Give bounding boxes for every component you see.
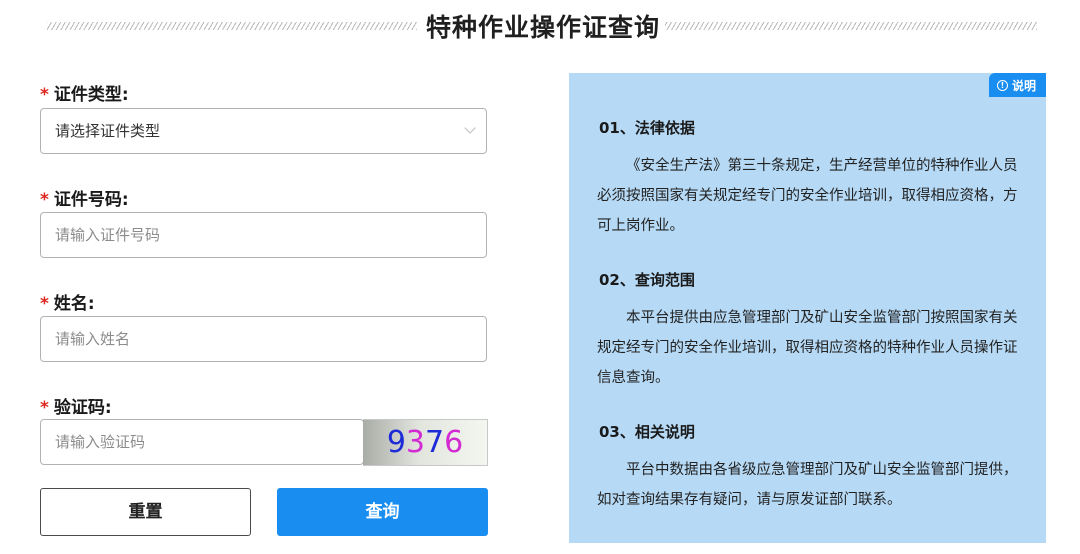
- query-button[interactable]: 查询: [277, 488, 488, 536]
- section-title: 03、相关说明: [599, 423, 695, 441]
- cert-type-label: * 证件类型:: [40, 80, 129, 105]
- captcha-char: 3: [405, 424, 425, 460]
- captcha-char: 7: [425, 424, 445, 460]
- name-field: [40, 316, 487, 362]
- name-label-text: 姓名:: [53, 294, 95, 314]
- info-panel: ! 说明 01、法律依据 《安全生产法》第三十条规定，生产经营单位的特种作业人员…: [569, 73, 1046, 543]
- section-body: 本平台提供由应急管理部门及矿山安全监管部门按照国家有关规定经专门的安全作业培训，…: [597, 310, 1018, 386]
- info-badge: ! 说明: [988, 73, 1046, 97]
- captcha-char: 6: [444, 424, 464, 460]
- cert-type-label-text: 证件类型:: [53, 85, 129, 105]
- captcha-char: 9: [386, 424, 406, 460]
- cert-number-field: [40, 212, 487, 258]
- title-decoration-right: [665, 22, 1037, 30]
- title-decoration-left: [47, 22, 417, 30]
- section-title: 02、查询范围: [599, 271, 695, 289]
- captcha-image[interactable]: 9376: [363, 419, 488, 466]
- section-body: 平台中数据由各省级应急管理部门及矿山安全监管部门提供，如对查询结果存有疑问，请与…: [597, 462, 1018, 508]
- section-body: 《安全生产法》第三十条规定，生产经营单位的特种作业人员必须按照国家有关规定经专门…: [597, 158, 1018, 234]
- cert-number-label-text: 证件号码:: [53, 190, 129, 210]
- reset-button[interactable]: 重置: [40, 488, 251, 536]
- info-icon: !: [996, 79, 1008, 91]
- required-mark: *: [40, 294, 49, 314]
- required-mark: *: [40, 85, 49, 105]
- cert-number-input[interactable]: [41, 213, 486, 257]
- cert-number-label: * 证件号码:: [40, 185, 129, 210]
- captcha-label-text: 验证码:: [53, 398, 112, 418]
- captcha-input[interactable]: [41, 420, 363, 464]
- captcha-label: * 验证码:: [40, 393, 112, 418]
- cert-type-select-placeholder: 请选择证件类型: [55, 122, 161, 140]
- required-mark: *: [40, 398, 49, 418]
- name-label: * 姓名:: [40, 289, 95, 314]
- name-input[interactable]: [41, 317, 486, 361]
- cert-type-select[interactable]: 请选择证件类型: [40, 108, 487, 154]
- section-title: 01、法律依据: [599, 119, 695, 137]
- captcha-field: [40, 419, 364, 465]
- page-title: 特种作业操作证查询: [425, 13, 660, 42]
- required-mark: *: [40, 190, 49, 210]
- info-badge-label: 说明: [1011, 78, 1036, 93]
- title-row: 特种作业操作证查询: [0, 6, 1080, 46]
